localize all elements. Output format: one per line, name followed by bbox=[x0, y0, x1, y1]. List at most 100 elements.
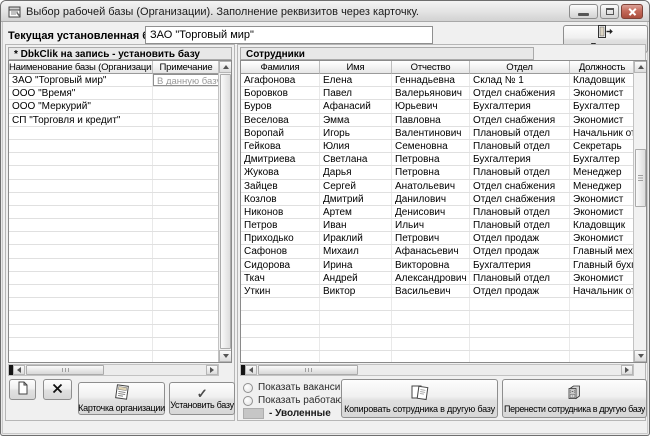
set-base-button[interactable]: ✓ Установить базу bbox=[169, 382, 235, 415]
empty-row bbox=[9, 153, 220, 166]
scroll-down-icon[interactable] bbox=[634, 350, 647, 362]
scroll-left-icon[interactable] bbox=[245, 365, 257, 375]
cell bbox=[153, 206, 220, 218]
employee-row[interactable]: КозловДмитрийДаниловичОтдел снабженияЭко… bbox=[241, 193, 635, 206]
scrollbar-thumb[interactable] bbox=[26, 365, 104, 375]
show-working-radio[interactable] bbox=[243, 396, 253, 406]
employee-row[interactable]: ПриходькоИраклийПетровичОтдел продажЭкон… bbox=[241, 232, 635, 245]
scrollbar-thumb[interactable] bbox=[220, 74, 231, 349]
cell: ООО "Меркурий" bbox=[9, 100, 153, 112]
minimize-icon bbox=[578, 13, 589, 16]
empty-row bbox=[9, 245, 220, 258]
cell: Юрьевич bbox=[392, 100, 470, 112]
current-base-input[interactable]: ЗАО "Торговый мир" bbox=[145, 26, 433, 44]
employee-row[interactable]: ЗайцевСергейАнатольевичОтдел снабженияМе… bbox=[241, 180, 635, 193]
column-header: Должность bbox=[570, 61, 635, 74]
employee-row[interactable]: ПетровИванИльичПлановый отделКладовщик bbox=[241, 219, 635, 232]
cell: Денисович bbox=[392, 206, 470, 218]
cell: Елена bbox=[320, 74, 392, 86]
maximize-button[interactable] bbox=[600, 4, 619, 19]
bases-panel: * DbkClik на запись - установить базу На… bbox=[5, 44, 235, 421]
bases-horizontal-scrollbar[interactable] bbox=[8, 364, 219, 376]
scrollbar-thumb[interactable] bbox=[258, 365, 358, 375]
cell: Ираклий bbox=[320, 232, 392, 244]
show-vacancies-radio[interactable] bbox=[243, 383, 253, 393]
empty-row bbox=[9, 338, 220, 351]
cell: Иван bbox=[320, 219, 392, 231]
base-row[interactable]: СП "Торговля и кредит" bbox=[9, 114, 220, 127]
scroll-up-icon[interactable] bbox=[634, 61, 647, 73]
employee-row[interactable]: ТкачАндрейАлександровичПлановый отделЭко… bbox=[241, 272, 635, 285]
employee-row[interactable]: БуровАфанасийЮрьевичБухгалтерияБухгалтер bbox=[241, 100, 635, 113]
cell bbox=[153, 140, 220, 152]
cell: Бухгалтер bbox=[570, 153, 635, 165]
cell: Геннадьевна bbox=[392, 74, 470, 86]
employee-row[interactable]: ГейковаЮлияСеменовнаПлановый отделСекрет… bbox=[241, 140, 635, 153]
employee-row[interactable]: АгафоноваЕленаГеннадьевнаСклад № 1Кладов… bbox=[241, 74, 635, 87]
employee-row[interactable]: ДмитриеваСветланаПетровнаБухгалтерияБухг… bbox=[241, 153, 635, 166]
cell bbox=[153, 87, 220, 99]
bases-vertical-scrollbar[interactable] bbox=[218, 61, 231, 362]
copy-employee-label: Копировать сотрудника в другую базу bbox=[344, 404, 495, 414]
cell: Бухгалтерия bbox=[470, 100, 570, 112]
cell bbox=[153, 153, 220, 165]
close-button[interactable] bbox=[621, 4, 643, 19]
empty-row bbox=[9, 127, 220, 140]
employee-row[interactable]: ВеселоваЭммаПавловнаОтдел снабженияЭконо… bbox=[241, 114, 635, 127]
employee-row[interactable]: УткинВикторВасильевичОтдел продажНачальн… bbox=[241, 285, 635, 298]
cell: Павловна bbox=[392, 114, 470, 126]
cell: Главный бухга bbox=[570, 259, 635, 271]
scroll-left-icon[interactable] bbox=[13, 365, 25, 375]
cell: Кладовщик bbox=[570, 219, 635, 231]
scroll-up-icon[interactable] bbox=[219, 61, 232, 73]
new-base-button[interactable] bbox=[9, 379, 36, 400]
employee-row[interactable]: СидороваИринаВикторовнаБухгалтерияГлавны… bbox=[241, 259, 635, 272]
cell: Дарья bbox=[320, 166, 392, 178]
cell: Жукова bbox=[241, 166, 320, 178]
cell: Плановый отдел bbox=[470, 166, 570, 178]
cell: Семеновна bbox=[392, 140, 470, 152]
cell bbox=[153, 166, 220, 178]
scroll-down-icon[interactable] bbox=[219, 350, 232, 362]
employee-row[interactable]: БоровковПавелВалерьяновичОтдел снабжения… bbox=[241, 87, 635, 100]
bases-hint-band: * DbkClik на запись - установить базу bbox=[8, 47, 232, 60]
employee-row[interactable]: ЖуковаДарьяПетровнаПлановый отделМенедже… bbox=[241, 166, 635, 179]
minimize-button[interactable] bbox=[569, 4, 598, 19]
org-card-icon bbox=[114, 384, 130, 403]
cell bbox=[9, 193, 153, 205]
employees-vertical-scrollbar[interactable] bbox=[633, 61, 646, 362]
column-header: Отчество bbox=[392, 61, 470, 74]
employees-horizontal-scrollbar[interactable] bbox=[240, 364, 634, 376]
cell: Начальник отд bbox=[570, 127, 635, 139]
move-employee-button[interactable]: Перенести сотрудника в другую базу bbox=[502, 379, 647, 418]
employee-row[interactable]: СафоновМихаилАфанасьевичОтдел продажГлав… bbox=[241, 245, 635, 258]
cell: Михаил bbox=[320, 245, 392, 257]
employee-row[interactable]: ВоропайИгорьВалентиновичПлановый отделНа… bbox=[241, 127, 635, 140]
empty-row bbox=[241, 338, 635, 351]
cell: Ильич bbox=[392, 219, 470, 231]
cell: Дмитриева bbox=[241, 153, 320, 165]
empty-row bbox=[241, 298, 635, 311]
current-base-label: Текущая установленная база bbox=[8, 30, 167, 42]
cell bbox=[153, 193, 220, 205]
cell: Экономист bbox=[570, 87, 635, 99]
copy-employee-button[interactable]: Копировать сотрудника в другую базу bbox=[341, 379, 498, 418]
new-record-icon bbox=[17, 381, 29, 398]
base-row[interactable]: ЗАО "Торговый мир"В данную базу пер bbox=[9, 74, 220, 87]
card-file-icon bbox=[566, 384, 583, 403]
base-row[interactable]: ООО "Меркурий" bbox=[9, 100, 220, 113]
cell bbox=[241, 311, 320, 323]
cell bbox=[9, 232, 153, 244]
organization-card-button[interactable]: Карточка организации bbox=[78, 382, 165, 415]
cell bbox=[153, 325, 220, 337]
column-header: Имя bbox=[320, 61, 392, 74]
delete-base-button[interactable] bbox=[43, 379, 72, 400]
empty-row bbox=[9, 259, 220, 272]
scrollbar-thumb[interactable] bbox=[635, 149, 646, 207]
employee-row[interactable]: НиконовАртемДенисовичПлановый отделЭконо… bbox=[241, 206, 635, 219]
scroll-right-icon[interactable] bbox=[206, 365, 218, 375]
scroll-right-icon[interactable] bbox=[621, 365, 633, 375]
base-row[interactable]: ООО "Время" bbox=[9, 87, 220, 100]
cell: Виктор bbox=[320, 285, 392, 297]
titlebar[interactable]: Выбор рабочей базы (Организации). Заполн… bbox=[1, 1, 649, 22]
